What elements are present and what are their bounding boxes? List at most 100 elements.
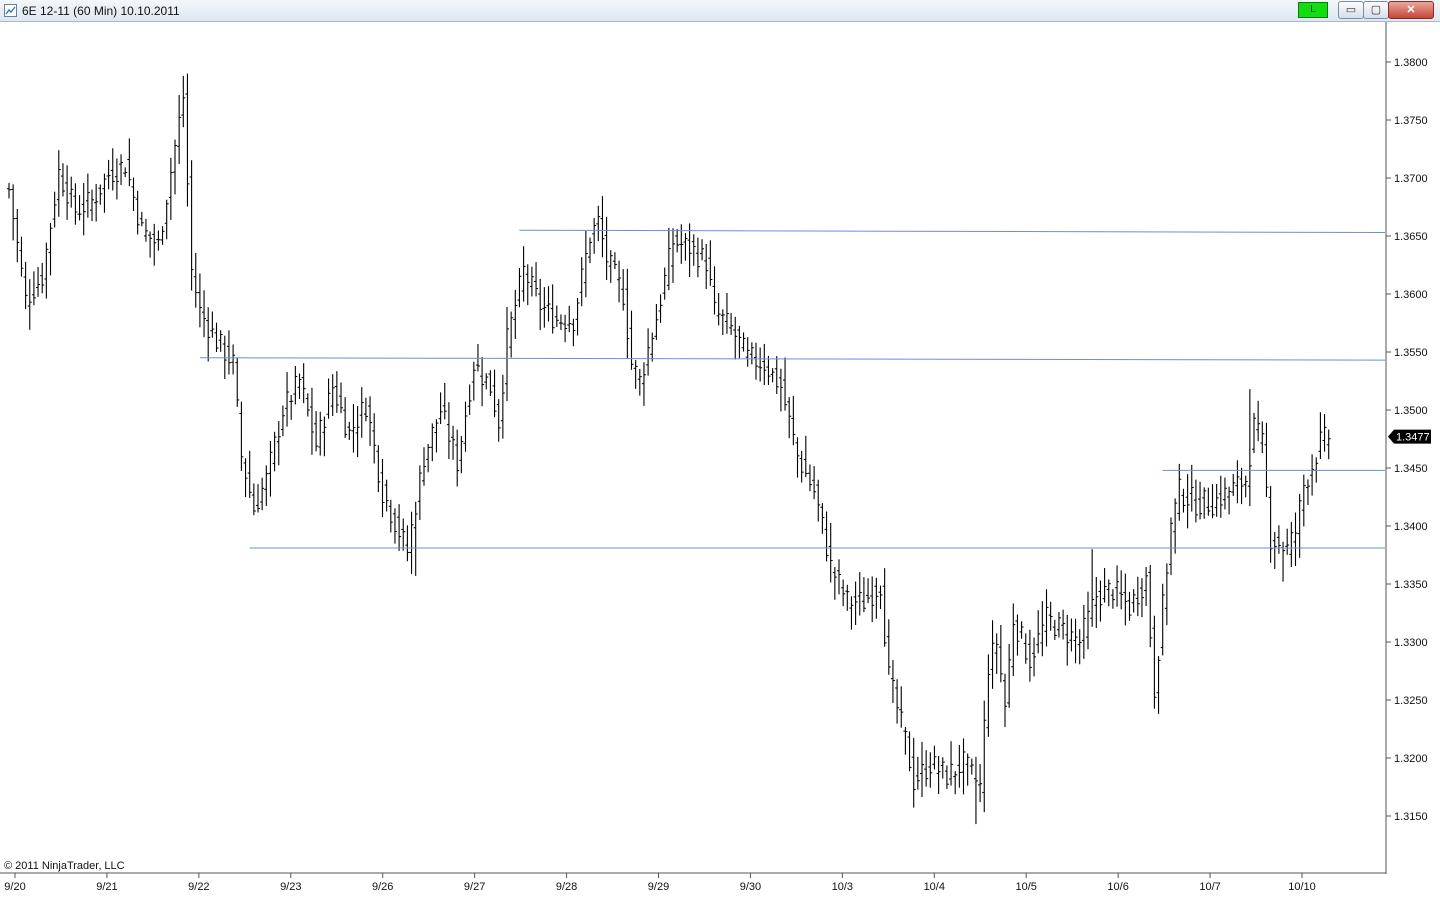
ohlc-bar <box>924 750 929 787</box>
ohlc-bar <box>712 266 717 315</box>
ohlc-bar <box>301 363 306 404</box>
ohlc-bar <box>1231 473 1236 496</box>
ohlc-bar <box>210 311 215 338</box>
ohlc-bar <box>1144 566 1149 607</box>
ohlc-bar <box>376 445 381 493</box>
ohlc-bar <box>1276 525 1281 554</box>
minimize-button[interactable]: ▭ <box>1338 1 1364 19</box>
ohlc-bar <box>783 357 788 411</box>
ohlc-bar <box>990 620 995 689</box>
ohlc-bar <box>330 374 335 417</box>
ohlc-bar <box>31 271 36 306</box>
ohlc-bar <box>218 330 223 352</box>
ohlc-bar <box>1023 633 1028 664</box>
ohlc-bar <box>567 305 572 333</box>
ohlc-bar <box>488 370 493 397</box>
ohlc-bar <box>143 218 148 242</box>
ohlc-bar <box>127 138 132 187</box>
ohlc-bar <box>583 231 588 298</box>
ohlc-bar <box>397 504 402 551</box>
ohlc-bar <box>1131 589 1136 613</box>
ohlc-bar <box>820 503 825 534</box>
ohlc-bar <box>704 243 709 289</box>
ohlc-bar <box>538 278 543 331</box>
ohlc-bar <box>882 568 887 647</box>
ohlc-bar <box>334 371 339 413</box>
ohlc-bar <box>994 633 999 674</box>
ohlc-bar <box>1077 629 1082 665</box>
ohlc-bar <box>1135 576 1140 617</box>
y-tick-label: 1.3600 <box>1394 289 1428 301</box>
maximize-button[interactable]: ▢ <box>1363 1 1389 19</box>
ohlc-bar <box>40 262 45 294</box>
ohlc-bar <box>7 182 11 199</box>
ohlc-bar <box>866 578 871 604</box>
ohlc-bar <box>708 240 713 286</box>
ohlc-bar <box>824 511 829 562</box>
x-tick-label: 10/6 <box>1107 881 1128 893</box>
ohlc-bar <box>446 402 451 460</box>
ohlc-bar <box>870 576 875 623</box>
ohlc-bar <box>1044 589 1049 647</box>
ohlc-bar <box>857 572 862 616</box>
ohlc-bar <box>388 499 393 533</box>
y-tick-label: 1.3300 <box>1394 637 1428 649</box>
ohlc-bar <box>380 458 385 518</box>
ohlc-bar <box>1322 414 1327 452</box>
ohlc-bar <box>27 279 32 330</box>
ohlc-bar <box>1123 573 1128 626</box>
ohlc-bar <box>1036 610 1041 654</box>
ohlc-bar <box>637 368 642 396</box>
ohlc-bar <box>521 246 526 302</box>
ohlc-bar <box>791 395 796 446</box>
ohlc-bar <box>405 525 410 562</box>
ohlc-bar <box>795 437 800 478</box>
ohlc-bar <box>1094 577 1099 628</box>
level-line[interactable] <box>519 229 1386 234</box>
ohlc-bar <box>231 344 236 375</box>
ohlc-bar <box>654 303 659 340</box>
ohlc-bar <box>770 368 775 383</box>
ohlc-bar <box>1160 583 1165 656</box>
price-chart[interactable]: 1.3150 1.3200 1.3250 1.3300 1.3350 1.3400 1.34… <box>0 22 1440 900</box>
ohlc-bar <box>160 226 165 245</box>
ohlc-bar <box>480 357 485 407</box>
ohlc-bar <box>1289 521 1294 567</box>
ohlc-bar <box>691 234 696 266</box>
ohlc-bar <box>56 150 61 217</box>
ohlc-bar <box>608 250 613 283</box>
x-tick-label: 9/23 <box>280 881 301 893</box>
ohlc-bar <box>592 218 597 254</box>
ohlc-bar <box>1193 479 1198 523</box>
last-price-label: 1.3477 <box>1396 432 1430 444</box>
ohlc-bar <box>36 266 41 297</box>
ohlc-bar <box>604 216 609 281</box>
ohlc-bar <box>986 654 991 737</box>
ohlc-bar <box>276 420 281 466</box>
ohlc-bar <box>1247 389 1252 507</box>
ohlc-bar <box>1032 637 1037 677</box>
ohlc-bar <box>558 314 563 331</box>
ohlc-bar <box>409 511 414 575</box>
ohlc-bar <box>534 262 539 297</box>
ohlc-bar <box>1156 656 1161 714</box>
ohlc-bar <box>156 230 161 251</box>
ohlc-bar <box>451 425 456 460</box>
ohlc-bar <box>828 523 833 583</box>
ohlc-bar <box>978 764 983 803</box>
ohlc-bar <box>1169 517 1173 576</box>
ohlc-bar <box>982 700 987 813</box>
level-line[interactable] <box>199 357 1386 361</box>
ohlc-bar <box>318 411 323 456</box>
ohlc-bar <box>944 765 949 789</box>
live-indicator[interactable]: L <box>1298 2 1328 18</box>
ohlc-bar <box>11 184 16 241</box>
ohlc-bar <box>729 312 734 335</box>
close-button[interactable]: ✕ <box>1388 1 1434 19</box>
ohlc-bar <box>1214 483 1219 517</box>
ohlc-bar <box>417 465 422 520</box>
ohlc-bar <box>1127 591 1132 621</box>
ohlc-bar <box>646 328 651 376</box>
ohlc-bar <box>1098 580 1103 622</box>
ohlc-bar <box>164 199 169 240</box>
